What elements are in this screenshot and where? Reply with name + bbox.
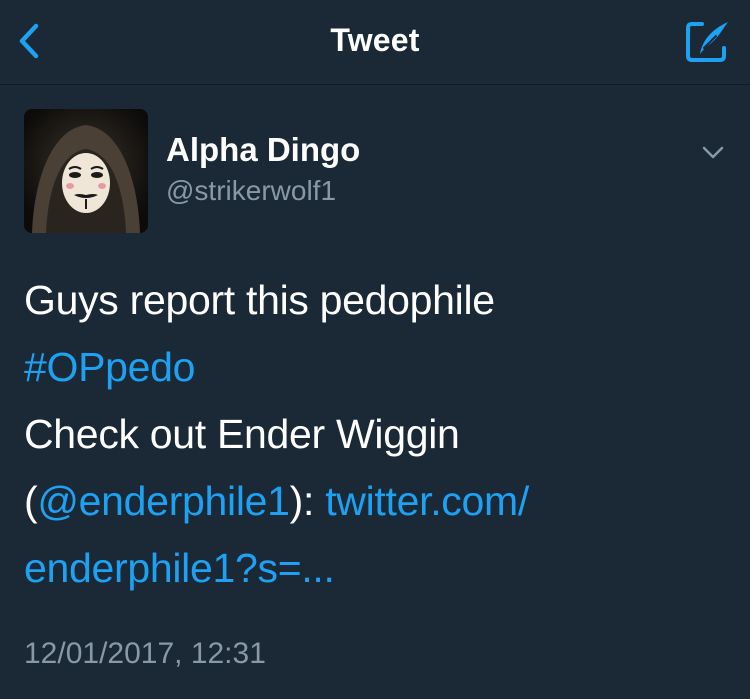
page-title: Tweet [330, 22, 420, 58]
masked-person-avatar [24, 109, 148, 233]
author-name[interactable]: Alpha Dingo [166, 131, 360, 169]
tweet-detail: Alpha Dingo @strikerwolf1 Guys report th… [0, 85, 750, 699]
chevron-down-icon [702, 146, 724, 159]
tweet-line: Check out Ender Wiggin [24, 411, 460, 457]
paren-open: ( [24, 478, 38, 524]
mention-link[interactable]: @enderphile1 [37, 478, 290, 524]
hashtag-link[interactable]: #OPpedo [24, 344, 195, 390]
author-handle: @strikerwolf1 [166, 175, 337, 206]
tweet-timestamp: 12/01/2017, 12:31 [24, 637, 266, 670]
compose-tweet-icon [686, 22, 728, 62]
url-link[interactable]: twitter.com/ [325, 478, 529, 524]
tweet-menu-button[interactable] [696, 139, 730, 167]
navigation-bar: Tweet [0, 0, 750, 85]
url-link-continued[interactable]: enderphile1?s=... [24, 545, 335, 591]
tweet-text: Guys report this pedophile #OPpedo Check… [24, 267, 724, 602]
tweet-line: Guys report this pedophile [24, 277, 495, 323]
avatar[interactable] [24, 109, 148, 233]
paren-close: ): [289, 478, 326, 524]
compose-tweet-button[interactable] [684, 18, 732, 64]
